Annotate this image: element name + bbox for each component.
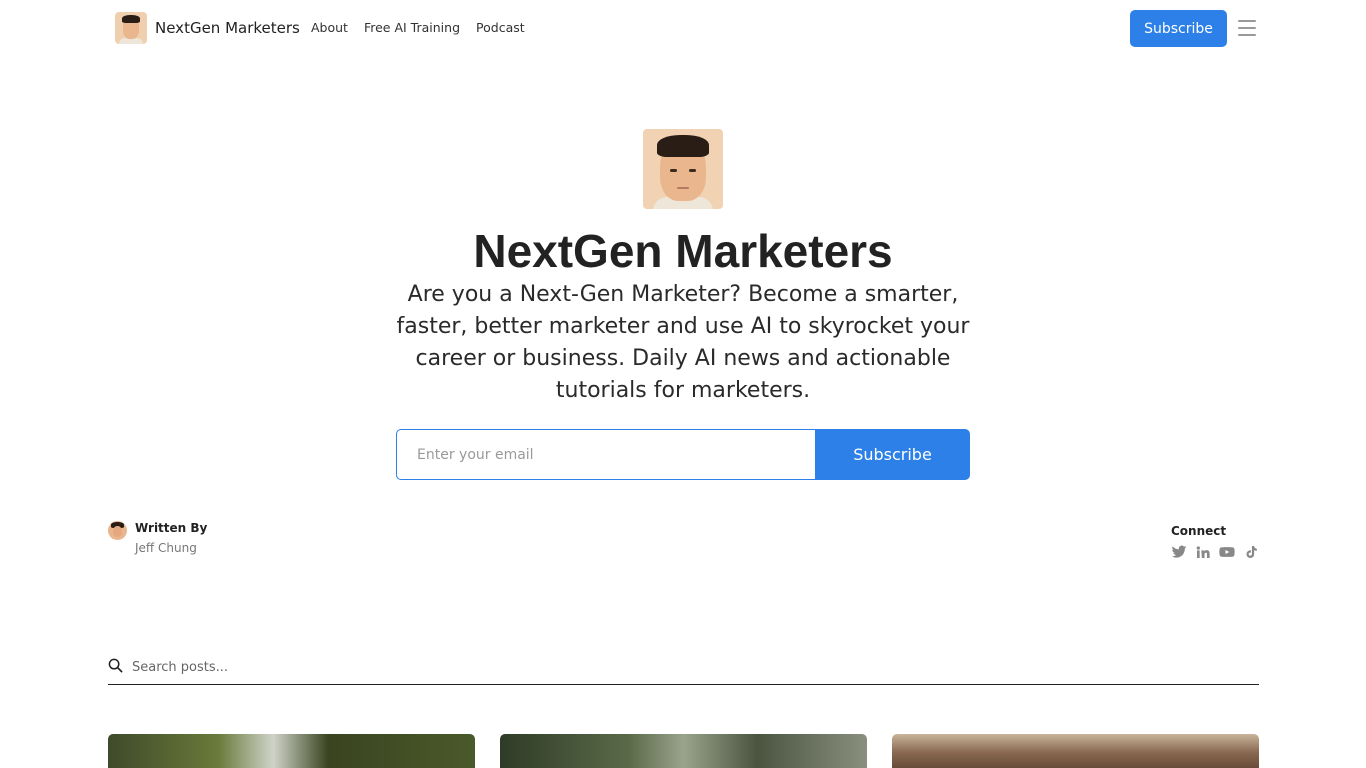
hero-subscribe-button[interactable]: Subscribe <box>815 429 970 480</box>
search-icon <box>108 658 123 673</box>
brand-name: NextGen Marketers <box>155 19 300 37</box>
author-avatar <box>108 521 127 540</box>
nav-podcast[interactable]: Podcast <box>476 20 525 35</box>
connect-label: Connect <box>1171 524 1227 538</box>
hero-description: Are you a Next-Gen Marketer? Become a sm… <box>396 282 970 403</box>
linkedin-icon[interactable] <box>1195 544 1211 560</box>
brand-link[interactable]: NextGen Marketers <box>115 12 300 44</box>
hero-title: NextGen Marketers <box>473 225 893 277</box>
author-block: Written By Jeff Chung <box>108 521 207 555</box>
site-header: NextGen Marketers About Free AI Training… <box>0 0 1366 56</box>
search-bar <box>108 655 1259 685</box>
menu-icon[interactable] <box>1238 20 1256 36</box>
tiktok-icon[interactable] <box>1243 544 1259 560</box>
subscribe-form: Subscribe <box>396 429 970 480</box>
author-name[interactable]: Jeff Chung <box>135 541 207 555</box>
post-card-image[interactable] <box>108 734 475 768</box>
connect-block: Connect <box>1171 524 1259 560</box>
post-card-image[interactable] <box>500 734 867 768</box>
nav-free-ai-training[interactable]: Free AI Training <box>364 20 460 35</box>
twitter-icon[interactable] <box>1171 544 1187 560</box>
search-input[interactable] <box>132 655 732 679</box>
author-label: Written By <box>135 521 208 535</box>
email-input[interactable] <box>396 429 815 480</box>
social-links <box>1171 544 1259 560</box>
header-subscribe-button[interactable]: Subscribe <box>1130 10 1227 47</box>
hero-avatar <box>643 129 723 209</box>
post-card-image[interactable] <box>892 734 1259 768</box>
youtube-icon[interactable] <box>1219 544 1235 560</box>
nav-about[interactable]: About <box>311 20 348 35</box>
main-nav: About Free AI Training Podcast <box>311 20 525 35</box>
brand-avatar <box>115 12 147 44</box>
